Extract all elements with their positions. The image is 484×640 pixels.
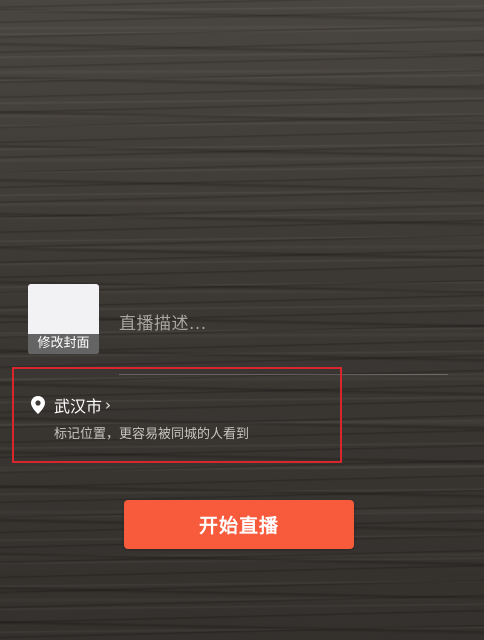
location-hint-text: 标记位置，更容易被同城的人看到: [54, 427, 250, 442]
edit-cover-label[interactable]: 修改封面: [28, 334, 99, 354]
start-live-button[interactable]: 开始直播: [124, 500, 354, 549]
location-pin-icon: [31, 396, 45, 414]
live-description-input[interactable]: 直播描述...: [119, 309, 207, 334]
location-city[interactable]: 武汉市: [54, 393, 102, 417]
live-setup-screen: 修改封面 直播描述... 武汉市 › 标记位置，更容易被同城的人看到 开始直播: [0, 0, 484, 640]
cover-image-button[interactable]: 修改封面: [28, 284, 99, 354]
location-selector[interactable]: 武汉市 ›: [31, 394, 111, 416]
chevron-right-icon: ›: [105, 396, 112, 414]
